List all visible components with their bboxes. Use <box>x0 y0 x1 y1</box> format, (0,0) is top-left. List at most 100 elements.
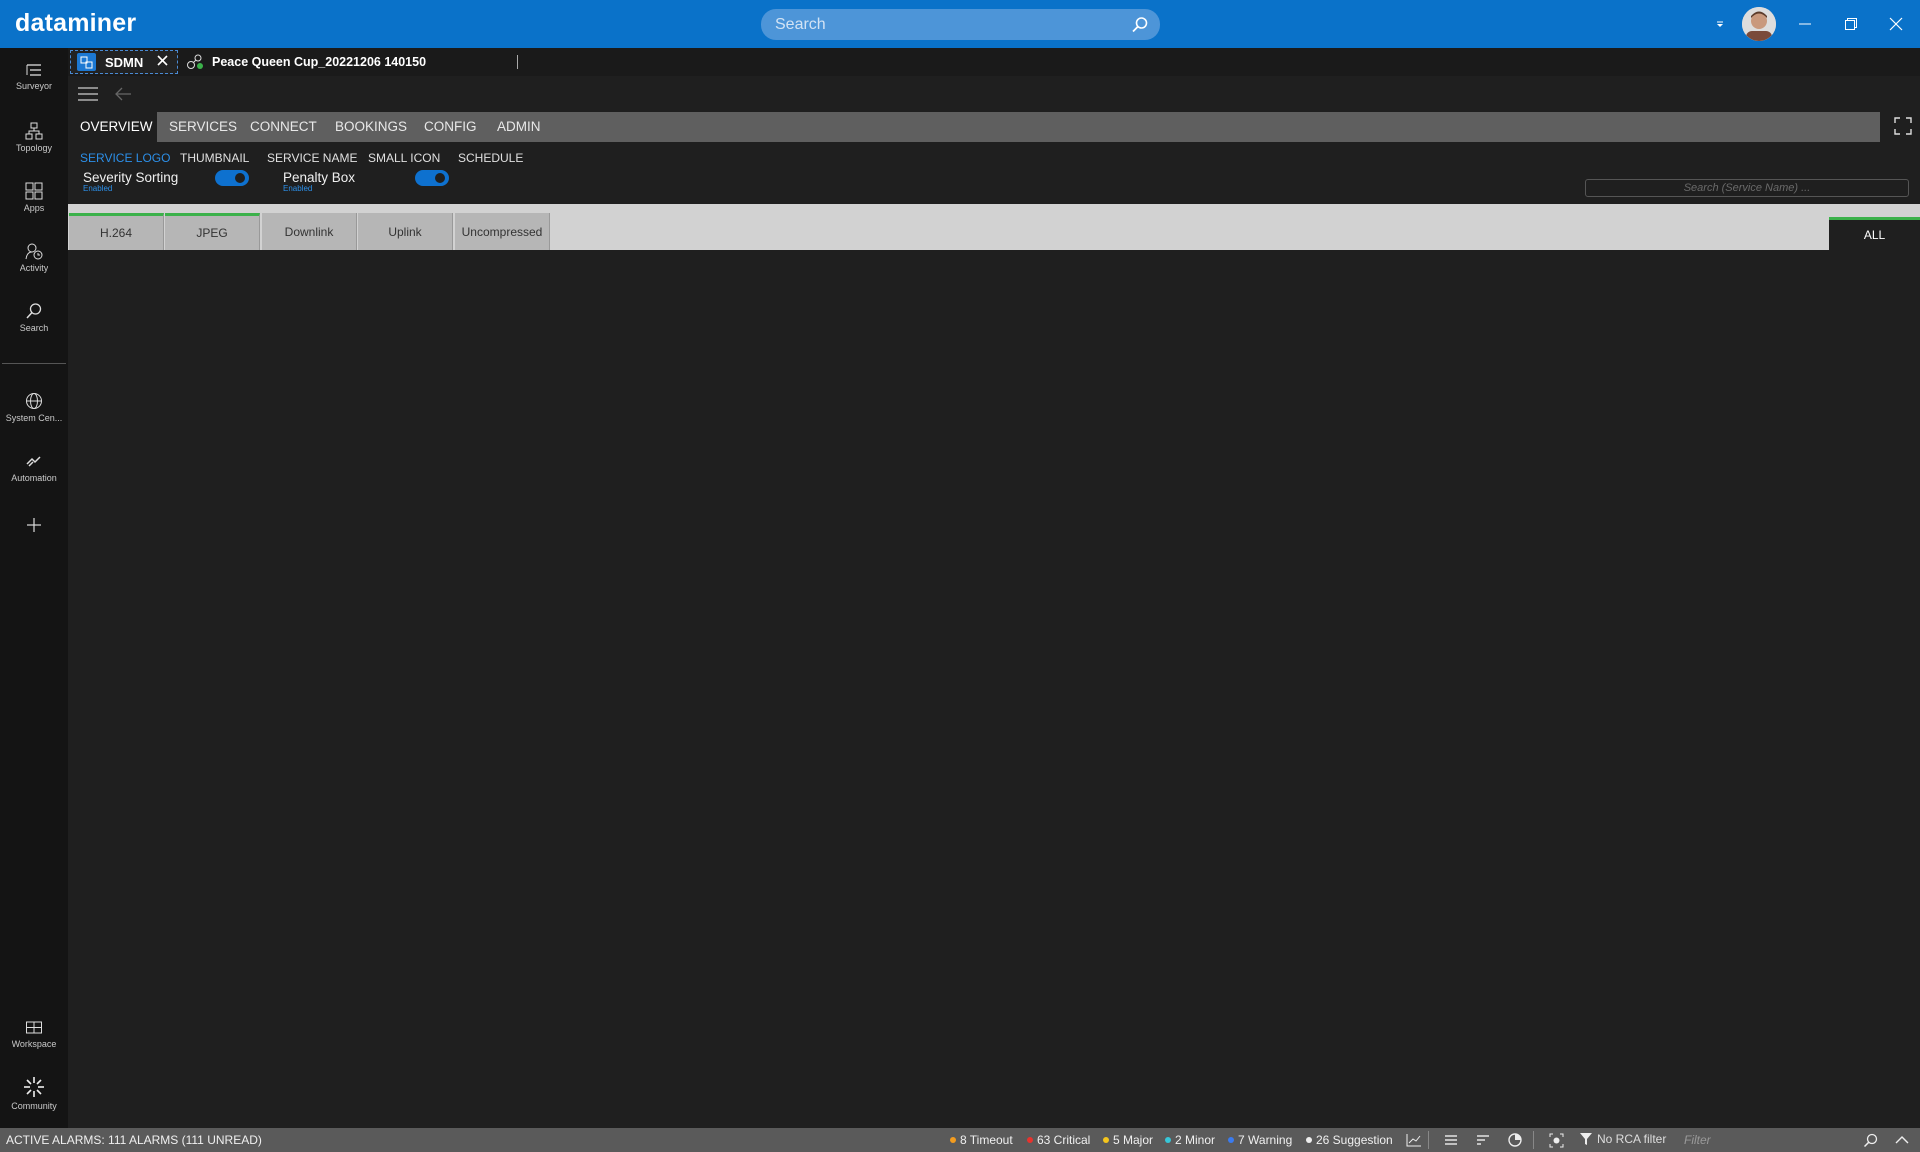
sidebar-item-topology[interactable]: Topology <box>0 118 68 174</box>
severity-sorting-toggle[interactable] <box>215 170 249 186</box>
toggle-knob <box>435 173 445 183</box>
sidebar-label: Workspace <box>11 1039 57 1049</box>
app-tab-bar: SDMN Peace Queen Cup_20221206 140150 <box>68 48 1920 76</box>
sidebar-label: Automation <box>11 473 57 483</box>
subtab-thumbnail[interactable]: THUMBNAIL <box>180 151 249 165</box>
severity-label: 63 Critical <box>1037 1133 1091 1147</box>
minor-dot <box>1165 1137 1171 1143</box>
search-icon <box>26 303 42 319</box>
sidebar-item-automation[interactable]: Automation <box>0 448 68 504</box>
minimize-icon[interactable] <box>1793 12 1817 36</box>
severity-suggestion[interactable]: 26 Suggestion <box>1306 1133 1393 1147</box>
service-status-icon <box>187 54 203 69</box>
funnel-icon <box>1580 1133 1592 1145</box>
menu-services[interactable]: SERVICES <box>157 112 249 142</box>
sidebar-item-system-center[interactable]: System Cen... <box>0 388 68 444</box>
back-arrow-icon[interactable] <box>114 86 132 107</box>
close-tab-icon[interactable] <box>157 53 168 71</box>
trend-chart-icon[interactable] <box>1406 1132 1422 1148</box>
penalty-box-label: Penalty Box <box>283 170 356 185</box>
subtab-schedule[interactable]: SCHEDULE <box>458 151 523 165</box>
global-search[interactable] <box>761 9 1160 40</box>
alarm-filter-input[interactable] <box>1684 1131 1854 1149</box>
plus-icon <box>27 518 41 532</box>
globe-icon <box>26 393 42 409</box>
subtab-small-icon[interactable]: SMALL ICON <box>368 151 440 165</box>
severity-label: 7 Warning <box>1238 1133 1293 1147</box>
sidebar-item-apps[interactable]: Apps <box>0 178 68 234</box>
search-icon[interactable] <box>1862 1132 1878 1148</box>
filter-tab-h264[interactable]: H.264 <box>69 213 164 250</box>
sdmn-app-icon <box>77 53 96 71</box>
toggle-knob <box>235 173 245 183</box>
chevron-up-icon[interactable] <box>1894 1132 1910 1148</box>
service-name-search-input[interactable] <box>1585 179 1909 197</box>
tab-label: Peace Queen Cup_20221206 140150 <box>212 55 427 69</box>
filter-tab-uplink[interactable]: Uplink <box>358 213 453 250</box>
pie-chart-icon[interactable] <box>1507 1132 1523 1148</box>
sidebar-item-community[interactable]: Community <box>0 1072 68 1128</box>
topology-icon <box>25 122 43 140</box>
severity-sorting-label: Severity Sorting <box>83 170 179 185</box>
filter-tab-all[interactable]: ALL <box>1829 217 1920 250</box>
severity-label: 26 Suggestion <box>1316 1133 1393 1147</box>
severity-warning[interactable]: 7 Warning <box>1228 1133 1292 1147</box>
search-icon[interactable] <box>1130 15 1150 35</box>
sort-icon[interactable] <box>1475 1132 1491 1148</box>
sidebar-item-surveyor[interactable]: Surveyor <box>0 58 68 114</box>
subtab-service-logo[interactable]: SERVICE LOGO <box>80 151 170 165</box>
fullscreen-icon[interactable] <box>1894 117 1912 140</box>
left-sidebar: Surveyor Topology Apps Activity Search S… <box>0 48 68 1128</box>
global-search-input[interactable] <box>775 15 1115 35</box>
filter-tab-strip: H.264 JPEG Downlink Uplink Uncompressed <box>68 204 1920 250</box>
focus-icon[interactable] <box>1548 1132 1564 1148</box>
menu-config[interactable]: CONFIG <box>412 112 489 142</box>
critical-dot <box>1027 1137 1033 1143</box>
alarm-status-bar: ACTIVE ALARMS: 111 ALARMS (111 UNREAD) 8… <box>0 1128 1920 1152</box>
list-view-icon[interactable] <box>1443 1132 1459 1148</box>
severity-critical[interactable]: 63 Critical <box>1027 1133 1090 1147</box>
severity-label: 5 Major <box>1113 1133 1154 1147</box>
sidebar-label: Surveyor <box>15 81 52 91</box>
menu-admin[interactable]: ADMIN <box>485 112 553 142</box>
menu-connect[interactable]: CONNECT <box>238 112 329 142</box>
hamburger-menu-icon[interactable] <box>78 87 98 106</box>
filter-tab-downlink[interactable]: Downlink <box>262 213 357 250</box>
tab-sdmn[interactable]: SDMN <box>70 50 178 74</box>
user-avatar[interactable] <box>1742 7 1776 41</box>
severity-major[interactable]: 5 Major <box>1103 1133 1153 1147</box>
surveyor-icon <box>26 64 41 76</box>
sidebar-label: Topology <box>15 143 53 153</box>
dataminer-logo: dataminer <box>15 9 137 37</box>
sidebar-item-search[interactable]: Search <box>0 298 68 354</box>
severity-minor[interactable]: 2 Minor <box>1165 1133 1215 1147</box>
severity-timeout[interactable]: 8 Timeout <box>950 1133 1013 1147</box>
sidebar-divider <box>2 363 66 364</box>
apps-icon <box>25 182 43 200</box>
main-menu-bar: OVERVIEW SERVICES CONNECT BOOKINGS CONFI… <box>68 112 1880 142</box>
workspace-icon <box>26 1021 42 1034</box>
tab-separator <box>517 55 518 69</box>
rca-filter[interactable]: No RCA filter <box>1580 1132 1666 1146</box>
activity-icon <box>25 243 43 260</box>
community-icon <box>24 1077 44 1097</box>
status-divider <box>1428 1131 1429 1149</box>
menu-overview[interactable]: OVERVIEW <box>68 112 157 142</box>
sidebar-label: Community <box>11 1101 57 1111</box>
sidebar-label: Search <box>19 323 49 333</box>
sidebar-item-activity[interactable]: Activity <box>0 238 68 294</box>
subtab-service-name[interactable]: SERVICE NAME <box>267 151 357 165</box>
restore-icon[interactable] <box>1839 12 1863 36</box>
sidebar-item-workspace[interactable]: Workspace <box>0 1016 68 1072</box>
warning-dot <box>1228 1137 1234 1143</box>
add-app-button[interactable] <box>0 512 68 568</box>
close-window-icon[interactable] <box>1884 12 1908 36</box>
sidebar-label: System Cen... <box>5 413 63 423</box>
dropdown-menu-icon[interactable] <box>1708 12 1732 36</box>
menu-bookings[interactable]: BOOKINGS <box>323 112 419 142</box>
filter-tab-uncompressed[interactable]: Uncompressed <box>455 213 550 250</box>
penalty-box-toggle[interactable] <box>415 170 449 186</box>
tab-peace-queen-cup[interactable]: Peace Queen Cup_20221206 140150 <box>186 50 426 74</box>
active-alarms-count[interactable]: ACTIVE ALARMS: 111 ALARMS (111 UNREAD) <box>6 1133 262 1147</box>
filter-tab-jpeg[interactable]: JPEG <box>165 213 260 250</box>
